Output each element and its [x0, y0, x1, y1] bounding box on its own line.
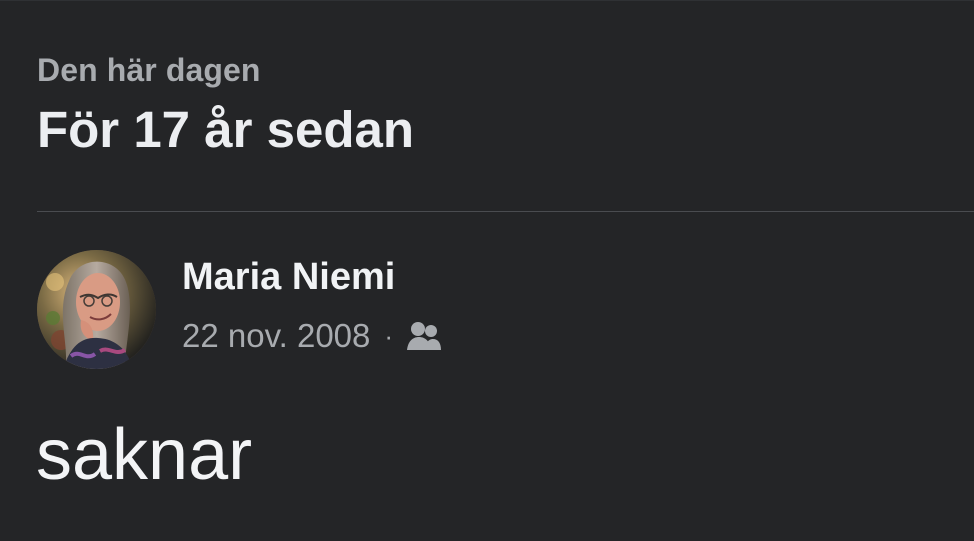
post-subline: 22 nov. 2008 ·	[182, 317, 443, 355]
post-meta: Maria Niemi 22 nov. 2008 ·	[182, 255, 443, 355]
author-name[interactable]: Maria Niemi	[182, 255, 443, 299]
memory-card: Den här dagen För 17 år sedan Maria Niem…	[0, 0, 974, 541]
section-divider	[37, 211, 974, 212]
post-header: Maria Niemi 22 nov. 2008 ·	[37, 249, 443, 369]
separator-dot: ·	[384, 321, 394, 351]
post-date[interactable]: 22 nov. 2008	[182, 317, 370, 355]
friends-icon[interactable]	[405, 319, 443, 353]
avatar[interactable]	[37, 249, 156, 369]
memory-label: Den här dagen	[37, 52, 261, 88]
memory-title: För 17 år sedan	[37, 101, 414, 158]
post-text: saknar	[36, 415, 253, 495]
memory-header: Den här dagen För 17 år sedan	[37, 50, 414, 158]
